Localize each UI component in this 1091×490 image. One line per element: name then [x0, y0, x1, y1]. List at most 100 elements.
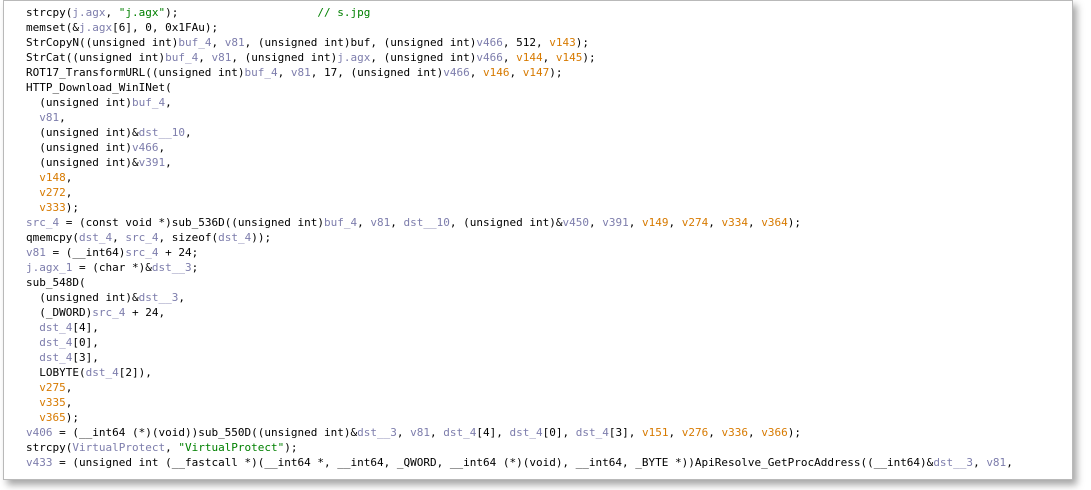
code-line[interactable]: (unsigned int)&v391, — [26, 155, 1072, 170]
code-line[interactable]: sub_548D( — [26, 275, 1072, 290]
code-line[interactable]: StrCopyN((unsigned int)buf_4, v81, (unsi… — [26, 35, 1072, 50]
pseudocode-view[interactable]: strcpy(j.agx, "j.agx"); // s.jpg memset(&… — [26, 5, 1072, 479]
code-line[interactable]: StrCat((unsigned int)buf_4, v81, (unsign… — [26, 50, 1072, 65]
code-token: , — [59, 111, 66, 124]
code-token: [4], — [72, 321, 99, 334]
code-line[interactable]: ROT17_TransformURL((unsigned int)buf_4 , … — [26, 65, 1072, 80]
code-token: , — [748, 426, 762, 439]
code-token: v81 — [211, 51, 232, 64]
code-token: , — [105, 6, 119, 19]
code-token: , — [747, 216, 762, 229]
code-token: v144 — [516, 51, 543, 64]
code-token: v274 — [681, 216, 709, 229]
code-token: = (char *)& — [72, 261, 152, 274]
code-token: v148 — [39, 171, 66, 184]
code-line[interactable]: (unsigned int)&dst__10, — [26, 125, 1072, 140]
code-token: strcpy( — [26, 441, 73, 454]
code-token: , — [165, 96, 172, 109]
code-line[interactable]: dst_4[4], — [26, 320, 1072, 335]
code-line[interactable]: qmemcpy(dst_4, src_4, sizeof(dst_4)); — [26, 230, 1072, 245]
code-token: , — [430, 426, 444, 439]
code-token: , sizeof( — [158, 231, 219, 244]
code-line[interactable]: v81 = (__int64)src_4 + 24; — [26, 245, 1072, 260]
code-line[interactable]: v275, — [26, 380, 1072, 395]
code-line[interactable]: v406 = (__int64 (*)(void))sub_550D((unsi… — [26, 425, 1072, 440]
code-token: , — [211, 36, 225, 49]
code-token: ROT17_TransformURL((unsigned int) — [26, 66, 245, 79]
code-token: strcpy( — [26, 6, 73, 19]
code-token: src_4 — [26, 216, 60, 229]
code-line[interactable]: (_DWORD)src_4 + 24, — [26, 305, 1072, 320]
code-line[interactable]: v433 = (unsigned int (__fastcall *)(__in… — [26, 455, 1072, 470]
code-token: , — [65, 171, 73, 184]
code-token: "VirtualProtect" — [178, 441, 285, 454]
code-token: ); — [549, 66, 563, 79]
code-token: , — [165, 156, 172, 169]
code-token: ); — [65, 201, 79, 214]
code-token: memset(& — [26, 21, 79, 34]
code-token: , — [542, 51, 556, 64]
code-token: [6], 0, 0x1FAu); — [112, 21, 219, 34]
code-token: dst__10 — [138, 126, 185, 139]
code-line[interactable]: v333); — [26, 200, 1072, 215]
code-token: sub_548D( — [26, 276, 86, 289]
code-line[interactable]: dst_4[0], — [26, 335, 1072, 350]
code-token: (unsigned int)& — [26, 156, 139, 169]
code-token: v81 — [410, 426, 431, 439]
code-line[interactable]: v365); — [26, 410, 1072, 425]
code-token: v391 — [138, 156, 166, 169]
code-line[interactable]: (unsigned int)&dst__3, — [26, 290, 1072, 305]
code-token: = (const void *)sub_536D((unsigned int) — [59, 216, 325, 229]
code-line[interactable]: dst_4[3], — [26, 350, 1072, 365]
code-line[interactable]: HTTP_Download_WinINet( — [26, 80, 1072, 95]
code-token: v466 — [131, 141, 159, 154]
code-line[interactable]: v335, — [26, 395, 1072, 410]
code-token: dst_4 — [78, 231, 113, 244]
code-line[interactable]: v272, — [26, 185, 1072, 200]
code-token: v406 — [26, 426, 53, 439]
code-token: j.agx_1 — [26, 261, 73, 274]
code-line[interactable]: (unsigned int)buf_4, — [26, 95, 1072, 110]
code-line[interactable]: strcpy(VirtualProtect, "VirtualProtect")… — [26, 440, 1072, 455]
code-token: v81 — [290, 66, 311, 79]
code-token: HTTP_Download_WinINet( — [26, 81, 172, 94]
code-token: ); — [582, 51, 596, 64]
code-token: // s.jpg — [317, 6, 371, 19]
code-token: v272 — [39, 186, 66, 199]
code-line[interactable]: j.agx_1 = (char *)&dst__3; — [26, 260, 1072, 275]
code-token: v365 — [39, 411, 66, 424]
code-token: v275 — [39, 381, 66, 394]
pseudocode-window: strcpy(j.agx, "j.agx"); // s.jpg memset(&… — [3, 0, 1073, 480]
code-token: dst__3 — [138, 291, 179, 304]
code-token: LOBYTE( — [26, 366, 86, 379]
code-token: , — [65, 186, 73, 199]
code-line[interactable]: LOBYTE(dst_4[2]), — [26, 365, 1072, 380]
code-token: v366 — [761, 426, 788, 439]
code-token: , — [509, 66, 523, 79]
code-token: , — [277, 66, 291, 79]
code-line[interactable]: (unsigned int)v466, — [26, 140, 1072, 155]
code-token: ; — [191, 261, 199, 274]
code-token: qmemcpy( — [26, 231, 79, 244]
code-token: v145 — [555, 51, 583, 64]
code-token: , — [112, 231, 126, 244]
code-line[interactable]: memset(&j.agx[6], 0, 0x1FAu); — [26, 20, 1072, 35]
code-token: v81 — [224, 36, 245, 49]
code-line[interactable]: v81, — [26, 110, 1072, 125]
code-token: (_DWORD) — [26, 306, 93, 319]
code-token: [0], — [542, 426, 576, 439]
code-token: v81 — [39, 111, 60, 124]
code-line[interactable]: src_4 = (const void *)sub_536D((unsigned… — [26, 215, 1072, 230]
code-line[interactable]: strcpy(j.agx, "j.agx"); // s.jpg — [26, 5, 1072, 20]
code-token: v336 — [721, 426, 749, 439]
code-line[interactable]: v148, — [26, 170, 1072, 185]
code-token: , — [588, 216, 603, 229]
code-token: ); — [575, 36, 589, 49]
code-token: ); — [787, 426, 802, 439]
code-token: = (__int64) — [45, 246, 126, 259]
code-token: , — [178, 291, 185, 304]
code-token: dst_4 — [443, 426, 477, 439]
